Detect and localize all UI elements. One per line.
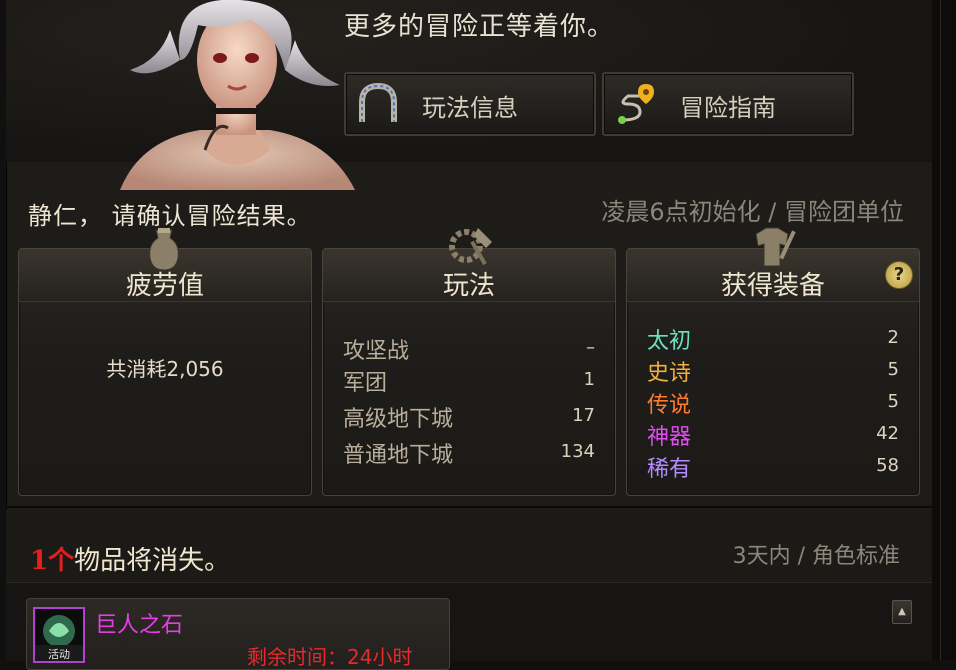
- equipment-title: 获得装备: [720, 271, 825, 301]
- expiring-note: 3天内 / 角色标准: [732, 544, 900, 569]
- item-time-left: 剩余时间：24小时: [247, 645, 413, 669]
- mode-name: 普通地下城: [343, 443, 454, 468]
- equipment-row: 稀有 58: [647, 451, 899, 483]
- equipment-row: 传说 5: [647, 387, 899, 419]
- mode-name: 高级地下城: [343, 407, 454, 432]
- tagline: 更多的冒险正等着你。: [344, 12, 615, 42]
- rarity-count: 42: [876, 423, 899, 444]
- side-strip: [932, 0, 956, 660]
- fatigue-box: 疲劳值 共消耗2,056: [18, 248, 312, 496]
- gameplay-info-label: 玩法信息: [422, 94, 518, 122]
- armor-emblem-icon: [755, 227, 796, 267]
- modes-title: 玩法: [442, 271, 495, 301]
- equipment-row: 神器 42: [647, 419, 899, 451]
- equipment-row: 太初 2: [647, 323, 899, 355]
- rarity-count: 5: [887, 359, 899, 380]
- rarity-name: 太初: [647, 329, 692, 354]
- equipment-box: 获得装备 ? 太初 2 史诗 5 传说 5 神器 42 稀有 58: [626, 248, 920, 496]
- mode-count: 134: [560, 441, 595, 462]
- mode-count: –: [586, 337, 595, 358]
- scroll-up-button[interactable]: ▲: [892, 600, 912, 624]
- mode-row: 军团 1: [343, 365, 595, 397]
- rarity-count: 2: [887, 327, 899, 348]
- mode-name: 攻坚战: [343, 339, 410, 364]
- item-name: 巨人之石: [95, 613, 184, 638]
- gameplay-info-button[interactable]: 玩法信息: [344, 72, 596, 136]
- help-icon[interactable]: ?: [885, 261, 913, 289]
- mode-row: 普通地下城 134: [343, 437, 595, 469]
- mode-count: 1: [583, 369, 595, 390]
- reset-note: 凌晨6点初始化 / 冒险团单位: [601, 198, 904, 226]
- character-portrait: [120, 0, 355, 190]
- event-tag: 活动: [48, 648, 70, 661]
- expiring-heading: 1个物品将消失。: [30, 540, 230, 577]
- gear-axe-emblem-icon: [449, 228, 492, 266]
- adventure-guide-label: 冒险指南: [680, 94, 776, 122]
- mode-count: 17: [572, 405, 595, 426]
- mode-row: 高级地下城 17: [343, 401, 595, 433]
- potion-emblem-icon: [149, 228, 179, 271]
- fatigue-consumed: 共消耗2,056: [106, 357, 224, 381]
- mode-row: 攻坚战 –: [343, 333, 595, 365]
- rarity-count: 5: [887, 391, 899, 412]
- rarity-count: 58: [876, 455, 899, 476]
- rarity-name: 传说: [647, 393, 692, 418]
- rarity-name: 神器: [647, 425, 692, 450]
- modes-box: 玩法 攻坚战 – 军团 1 高级地下城 17 普通地下城 134: [322, 248, 616, 496]
- mode-name: 军团: [343, 371, 388, 396]
- arch-gate-icon: [359, 82, 397, 122]
- expiring-text: 物品将消失。: [74, 546, 231, 576]
- expiring-count: 1个: [30, 546, 75, 576]
- item-icon: 活动: [33, 607, 85, 663]
- map-route-icon: [618, 84, 654, 124]
- rarity-name: 稀有: [647, 457, 692, 482]
- adventure-guide-button[interactable]: 冒险指南: [602, 72, 854, 136]
- expiring-item[interactable]: 活动 巨人之石 剩余时间：24小时: [26, 598, 450, 670]
- section-divider: [6, 506, 932, 508]
- equipment-row: 史诗 5: [647, 355, 899, 387]
- giant-stone-icon: 活动: [35, 615, 83, 661]
- rarity-name: 史诗: [647, 361, 692, 386]
